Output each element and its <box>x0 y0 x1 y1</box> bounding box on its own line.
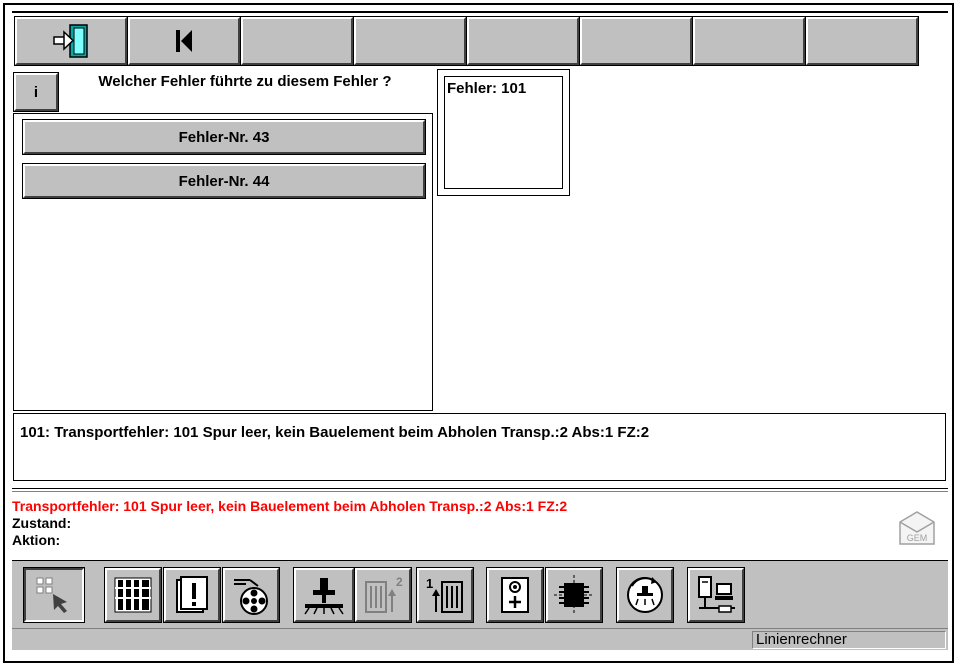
status-bar: Linienrechner <box>12 628 948 650</box>
divider <box>12 491 948 492</box>
stack-level-1-button[interactable]: 1 <box>416 567 474 623</box>
top-toolbar <box>12 11 948 66</box>
action-label: Aktion: <box>12 532 61 548</box>
camera-add-button[interactable] <box>486 567 544 623</box>
alert-document-icon <box>176 576 208 613</box>
toolbar-button-5[interactable] <box>466 16 580 66</box>
exit-door-icon <box>53 24 88 58</box>
status-field-line-computer: Linienrechner <box>752 631 946 649</box>
error-description-text: 101: Transportfehler: 101 Spur leer, kei… <box>20 424 650 441</box>
current-error-label: Fehler: 101 <box>447 80 527 97</box>
error-description-box: 101: Transportfehler: 101 Spur leer, kei… <box>13 413 946 481</box>
toolbar-button-8[interactable] <box>805 16 919 66</box>
error-option-list: Fehler-Nr. 43 Fehler-Nr. 44 <box>13 113 433 411</box>
exit-button[interactable] <box>14 16 128 66</box>
current-error-panel: Fehler: 101 <box>437 69 570 196</box>
tape-reel-button[interactable] <box>222 567 280 623</box>
info-button[interactable]: i <box>13 72 59 112</box>
skip-to-start-icon <box>176 30 192 52</box>
first-record-button[interactable] <box>127 16 241 66</box>
stack-level-2-button[interactable]: 2 <box>354 567 412 623</box>
gem-mail-icon[interactable]: GEM <box>897 510 937 546</box>
svg-text:1: 1 <box>426 576 433 591</box>
tape-reel-icon <box>234 579 268 615</box>
toolbar-button-4[interactable] <box>353 16 467 66</box>
rotate-nozzle-icon <box>627 577 663 613</box>
divider <box>12 488 948 489</box>
gem-label: GEM <box>907 533 928 543</box>
feeder-rack-button[interactable] <box>104 567 162 623</box>
component-button[interactable] <box>545 567 603 623</box>
toolbar-button-3[interactable] <box>240 16 354 66</box>
network-button[interactable] <box>687 567 745 623</box>
select-mode-button[interactable] <box>23 567 85 623</box>
current-error-frame: Fehler: 101 <box>444 76 563 189</box>
question-text: Welcher Fehler führte zu diesem Fehler ? <box>98 73 392 90</box>
error-option-44-button[interactable]: Fehler-Nr. 44 <box>22 163 426 199</box>
state-label: Zustand: <box>12 515 72 531</box>
bottom-toolbar: 2 1 <box>12 560 948 628</box>
network-computer-icon <box>698 576 735 613</box>
alert-list-button[interactable] <box>163 567 221 623</box>
feeder-rack-icon <box>114 577 152 613</box>
placement-head-icon <box>304 578 344 615</box>
toolbar-button-6[interactable] <box>579 16 693 66</box>
toolbar-button-7[interactable] <box>692 16 806 66</box>
error-option-43-button[interactable]: Fehler-Nr. 43 <box>22 119 426 155</box>
svg-text:2: 2 <box>396 575 403 589</box>
stack-level-1-icon: 1 <box>426 576 463 613</box>
placement-head-button[interactable] <box>293 567 355 623</box>
status-message: Transportfehler: 101 Spur leer, kein Bau… <box>12 498 568 514</box>
stack-level-2-icon: 2 <box>365 575 403 613</box>
component-chip-icon <box>554 575 594 615</box>
select-cursor-icon <box>36 577 67 613</box>
camera-add-icon <box>501 577 529 613</box>
rotate-nozzle-button[interactable] <box>616 567 674 623</box>
